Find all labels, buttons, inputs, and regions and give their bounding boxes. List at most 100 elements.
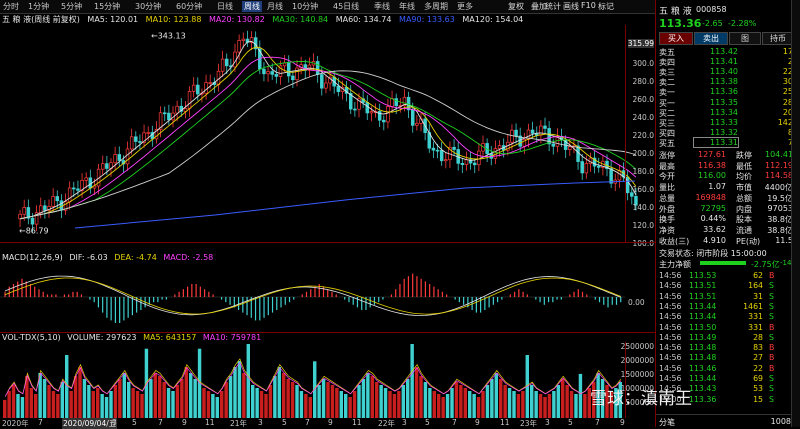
volume-bar bbox=[538, 394, 543, 418]
timeframe-tab[interactable]: 45日线 bbox=[333, 1, 359, 12]
tick-direction: S bbox=[769, 394, 774, 404]
low-price-label: ←86.79 bbox=[19, 226, 49, 235]
price-axis-tick: 280.0 bbox=[632, 77, 654, 86]
candle-body bbox=[84, 177, 88, 181]
volume-bar bbox=[242, 373, 246, 418]
stat-label: 均价 bbox=[736, 172, 752, 182]
volume-bar bbox=[499, 379, 503, 418]
stat-value: 4400亿 bbox=[764, 183, 793, 193]
footer-tab-ticks[interactable]: 分笔 bbox=[659, 417, 675, 428]
timeframe-tab[interactable]: 60分钟 bbox=[176, 1, 202, 12]
timeframe-tab[interactable]: 30分钟 bbox=[135, 1, 161, 12]
toolbar-menu-item[interactable]: 标记 bbox=[598, 1, 614, 12]
ma30-label: MA30: 140.84 bbox=[272, 15, 329, 24]
volume-bar bbox=[494, 373, 498, 418]
volume-bar bbox=[299, 391, 304, 418]
volume-bar bbox=[366, 373, 370, 418]
price-axis-tick: 160.0 bbox=[632, 185, 654, 194]
volume-bar bbox=[437, 394, 441, 418]
timeframe-tab[interactable]: 10分钟 bbox=[292, 1, 318, 12]
holding-button[interactable]: 持币 bbox=[762, 32, 794, 45]
timeframe-tab[interactable]: 周线 bbox=[242, 1, 262, 12]
candle-body bbox=[167, 112, 171, 121]
candle-body bbox=[51, 196, 55, 207]
timeframe-tab[interactable]: 年线 bbox=[399, 1, 415, 12]
stat-label: 涨停 bbox=[659, 151, 675, 160]
book-price: 113.38 bbox=[710, 77, 738, 87]
volume-bar bbox=[268, 385, 273, 418]
stats-row: 涨停 127.61 跌停 104.41 bbox=[656, 150, 793, 160]
date-axis-label: 9 bbox=[620, 418, 625, 427]
toolbar-menu-item[interactable]: 复权 bbox=[508, 1, 524, 12]
timeframe-tab[interactable]: 更多 bbox=[457, 1, 473, 12]
timeframe-tab[interactable]: 1分钟 bbox=[28, 1, 49, 12]
volume-bar bbox=[397, 391, 401, 418]
tick-direction: B bbox=[769, 343, 775, 353]
volume-bar bbox=[29, 388, 33, 418]
candlestick-chart[interactable]: ←343.13←86.79♦♦♦♦ bbox=[0, 25, 655, 242]
volume-chart[interactable] bbox=[0, 342, 625, 418]
sell-button[interactable]: 卖出 bbox=[694, 32, 728, 45]
volume-bar bbox=[162, 382, 166, 418]
stat-label: 总额 bbox=[736, 193, 752, 203]
candle-body bbox=[390, 98, 394, 107]
date-axis-label: 3 bbox=[545, 418, 550, 427]
chart-title: 五 粮 液(周线 前复权) bbox=[2, 15, 80, 24]
tick-row: 14:56 113.44 331 S bbox=[659, 312, 793, 322]
volume-bar bbox=[158, 376, 162, 418]
volume-bar bbox=[193, 379, 197, 418]
macd-legend: MACD(12,26,9) DIF: -6.03 DEA: -4.74 MACD… bbox=[2, 253, 217, 262]
macd-dif-line bbox=[4, 275, 621, 316]
timeframe-tab[interactable]: 多周期 bbox=[424, 1, 448, 12]
volume-bar bbox=[335, 388, 339, 418]
stats-row: 今开 116.00 均价 114.58 bbox=[656, 171, 793, 181]
stat-label: 最低 bbox=[736, 161, 752, 171]
tick-row: 14:56 113.46 22 B bbox=[659, 364, 793, 374]
date-axis-label: 7 bbox=[158, 418, 163, 427]
candle-body bbox=[117, 154, 122, 161]
candle-body bbox=[514, 129, 518, 137]
volume-bar bbox=[96, 388, 100, 418]
volume-bar bbox=[42, 379, 47, 418]
tick-time: 14:56 bbox=[659, 343, 682, 353]
volume-bar bbox=[82, 379, 87, 418]
timeframe-tab[interactable]: 15分钟 bbox=[94, 1, 120, 12]
volume-bar bbox=[344, 394, 348, 418]
macd-chart[interactable] bbox=[0, 262, 625, 332]
toolbar-menu-item[interactable]: F10 bbox=[581, 1, 596, 10]
buy-button[interactable]: 买入 bbox=[659, 32, 693, 45]
macd-dea-line bbox=[4, 277, 621, 315]
stat-label: 净资 bbox=[659, 225, 675, 235]
stat-label: 量比 bbox=[659, 183, 675, 193]
timeframe-tab[interactable]: 月线 bbox=[267, 1, 283, 12]
timeframe-tab[interactable]: 分时 bbox=[3, 1, 19, 12]
tick-volume: 15 bbox=[753, 394, 763, 404]
candle-body bbox=[191, 84, 196, 92]
volume-axis-tick: 2000000 bbox=[620, 356, 654, 365]
volume-bar bbox=[16, 394, 20, 418]
timeframe-tab[interactable]: 季线 bbox=[374, 1, 390, 12]
chart-button[interactable]: 图 bbox=[729, 32, 761, 45]
volume-bar bbox=[189, 373, 193, 418]
timeframe-tab[interactable]: 日线 bbox=[217, 1, 233, 12]
ma20-label: MA20: 130.82 bbox=[209, 15, 265, 24]
candle-body bbox=[204, 82, 208, 94]
ma10-label: MA10: 123.88 bbox=[145, 15, 202, 24]
price-axis-tick: 260.0 bbox=[632, 95, 654, 104]
volume-bar bbox=[11, 385, 16, 418]
timeframe-tab[interactable]: 5分钟 bbox=[61, 1, 82, 12]
macd-axis-zero: 0.00 bbox=[628, 298, 645, 307]
candle-body bbox=[282, 62, 287, 67]
tick-price: 113.44 bbox=[689, 301, 717, 311]
date-axis-label: 7 bbox=[452, 418, 457, 427]
toolbar-menu-item[interactable]: 画线 bbox=[563, 1, 579, 12]
volume-bar bbox=[286, 379, 290, 418]
volume-bar bbox=[428, 388, 432, 418]
volume-bar bbox=[401, 385, 405, 418]
ma60-label: MA60: 134.74 bbox=[335, 15, 392, 24]
timeframe-toolbar: 分时 1分钟 5分钟 15分钟 30分钟 60分钟 日线 周线 月线 10分钟 45日线 季线 年线 多周… bbox=[0, 0, 655, 14]
toolbar-menu-item[interactable]: 统计 bbox=[545, 1, 561, 12]
candle-body bbox=[315, 61, 320, 75]
stats-row: 最高 116.38 最低 112.19 bbox=[656, 161, 793, 171]
candle-body bbox=[208, 82, 212, 84]
